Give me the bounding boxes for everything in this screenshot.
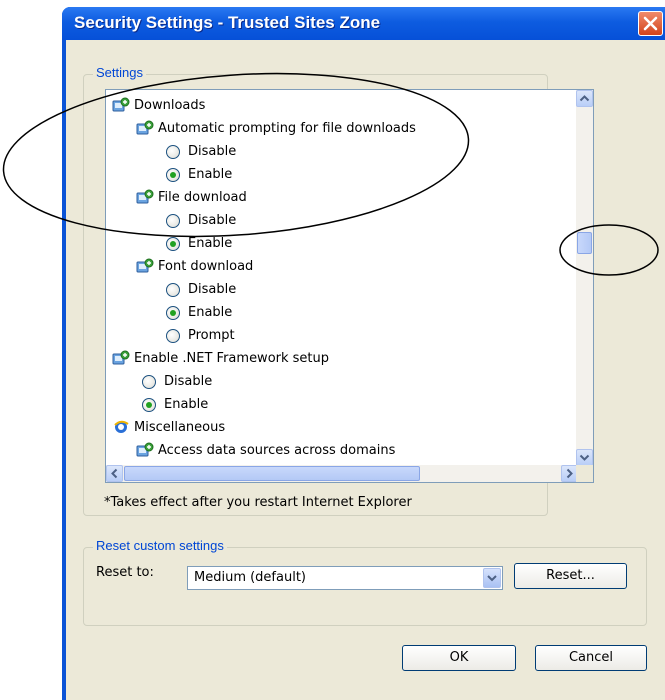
radio-checked[interactable] bbox=[166, 306, 180, 320]
settings-icon bbox=[136, 120, 154, 135]
tree-row-label: Disable bbox=[188, 144, 237, 159]
tree-row-label: Miscellaneous bbox=[134, 420, 226, 435]
settings-icon bbox=[112, 350, 130, 365]
reset-button[interactable]: Reset... bbox=[514, 563, 627, 589]
close-icon bbox=[643, 16, 658, 31]
tree-row-label: Downloads bbox=[134, 98, 206, 113]
scroll-down-button[interactable] bbox=[576, 449, 593, 466]
reset-group-label: Reset custom settings bbox=[93, 538, 227, 553]
chevron-left-icon bbox=[111, 468, 118, 479]
tree-row-label: Enable .NET Framework setup bbox=[134, 351, 330, 366]
radio-checked[interactable] bbox=[142, 398, 156, 412]
tree-row-label: Disable bbox=[164, 374, 213, 389]
chevron-right-icon bbox=[566, 468, 573, 479]
ie-icon bbox=[114, 420, 129, 433]
chevron-down-icon bbox=[487, 575, 497, 582]
title-bar[interactable]: Security Settings - Trusted Sites Zone bbox=[62, 7, 665, 40]
radio-unchecked[interactable] bbox=[166, 283, 180, 297]
settings-group-label: Settings bbox=[93, 65, 146, 80]
settings-icon bbox=[112, 97, 130, 112]
radio-dot bbox=[170, 241, 176, 247]
reset-to-label: Reset to: bbox=[96, 565, 154, 580]
ok-button[interactable]: OK bbox=[402, 645, 516, 671]
tree-row-label: Font download bbox=[158, 259, 254, 274]
vertical-scrollbar[interactable] bbox=[576, 90, 593, 466]
settings-icon bbox=[136, 442, 154, 457]
tree-row-label: Enable bbox=[164, 397, 209, 412]
settings-icon bbox=[136, 258, 154, 273]
tree-row-label: Enable bbox=[188, 167, 233, 182]
radio-dot bbox=[170, 310, 176, 316]
radio-dot bbox=[170, 172, 176, 178]
scroll-up-button[interactable] bbox=[576, 90, 593, 107]
tree-row-label: Prompt bbox=[188, 328, 235, 343]
reset-level-select[interactable]: Medium (default) bbox=[187, 566, 503, 590]
radio-unchecked[interactable] bbox=[142, 375, 156, 389]
restart-note: *Takes effect after you restart Internet… bbox=[104, 495, 412, 510]
reset-level-value: Medium (default) bbox=[194, 570, 306, 585]
tree-row-label: Enable bbox=[188, 305, 233, 320]
settings-icon bbox=[136, 189, 154, 204]
window-title: Security Settings - Trusted Sites Zone bbox=[74, 13, 381, 32]
radio-dot bbox=[146, 402, 152, 408]
radio-checked[interactable] bbox=[166, 168, 180, 182]
radio-unchecked[interactable] bbox=[166, 329, 180, 343]
settings-tree[interactable]: Downloads Automatic prompting for file do… bbox=[105, 89, 594, 483]
scroll-left-button[interactable] bbox=[106, 465, 123, 482]
close-button[interactable] bbox=[638, 11, 663, 36]
chevron-up-icon bbox=[579, 95, 590, 102]
radio-unchecked[interactable] bbox=[166, 214, 180, 228]
cancel-button[interactable]: Cancel bbox=[535, 645, 647, 671]
tree-row-label: Disable bbox=[188, 213, 237, 228]
vertical-scroll-thumb[interactable] bbox=[577, 232, 592, 254]
tree-row-label: Disable bbox=[188, 282, 237, 297]
scrollbar-corner bbox=[576, 465, 593, 482]
radio-unchecked[interactable] bbox=[166, 145, 180, 159]
dropdown-button[interactable] bbox=[483, 568, 501, 588]
tree-row-label: Enable bbox=[188, 236, 233, 251]
tree-row-label: File download bbox=[158, 190, 247, 205]
tree-row-label: Automatic prompting for file downloads bbox=[158, 121, 416, 136]
chevron-down-icon bbox=[579, 454, 590, 461]
tree-row-label: Access data sources across domains bbox=[158, 443, 396, 458]
horizontal-scroll-thumb[interactable] bbox=[124, 466, 420, 481]
horizontal-scrollbar[interactable] bbox=[106, 465, 578, 482]
radio-checked[interactable] bbox=[166, 237, 180, 251]
